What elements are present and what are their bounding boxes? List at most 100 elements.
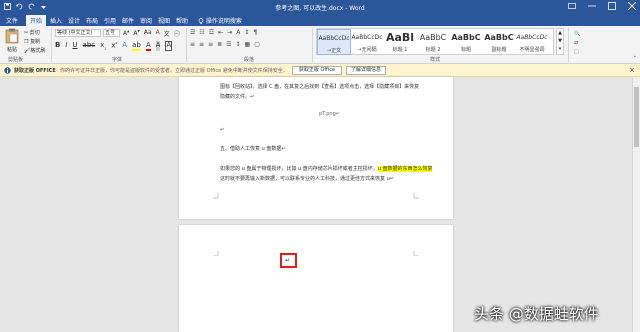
style-no-spacing[interactable]: AaBbCcDc →无间隔: [350, 29, 384, 55]
collapse-ribbon-icon[interactable]: ˄: [634, 56, 637, 62]
replace-button[interactable]: ⇄: [574, 39, 580, 48]
font-name-select[interactable]: 等线 (中文正文): [55, 29, 101, 37]
bullets-icon[interactable]: ☰: [190, 29, 195, 36]
document-page[interactable]: [179, 225, 453, 332]
document-page[interactable]: 图标【回收站】，选择 C 盘，在其复之后找到【查看】选项点击，选择【隐藏项目】来…: [179, 77, 453, 219]
cut-label: 剪切: [29, 30, 40, 36]
style-subtle-emphasis[interactable]: AaBbCcDc 不明显强调: [515, 29, 549, 55]
select-button[interactable]: ⬚: [574, 48, 580, 57]
highlight-icon[interactable]: ab: [132, 41, 141, 51]
shading-icon[interactable]: ▦: [245, 41, 251, 48]
style-sample: AaBbCcDc: [351, 34, 383, 41]
clear-format-icon[interactable]: A: [156, 29, 160, 38]
italic-icon[interactable]: I: [65, 41, 67, 51]
tell-me-label: 操作说明搜索: [205, 18, 242, 25]
title-bar: 参考之图, 可以改生.docx - Word: [0, 0, 640, 14]
paste-button[interactable]: 粘贴: [3, 28, 21, 54]
style-subtitle[interactable]: AaBbC 副标题: [482, 29, 516, 55]
change-case-icon[interactable]: Aa: [144, 29, 152, 38]
message-text: 你的许可证并非正版，你可能是盗版软件的受害者。立即通过正版 Office 避免中…: [60, 68, 288, 74]
font-color-icon[interactable]: A: [145, 41, 151, 51]
superscript-icon[interactable]: x2: [111, 41, 117, 51]
maximize-icon[interactable]: [608, 2, 616, 12]
copy-icon: ❐: [24, 39, 29, 45]
close-icon[interactable]: [627, 1, 637, 12]
style-heading-1[interactable]: AaBl 标题 1: [383, 29, 417, 55]
style-name: 副标题: [491, 47, 507, 53]
style-name: 标题: [460, 47, 471, 53]
cursor-highlight-box: ↵: [280, 253, 297, 268]
show-marks-icon[interactable]: ¶: [253, 29, 257, 36]
tab-home[interactable]: 开始: [26, 15, 47, 26]
subscript-icon[interactable]: x2: [100, 41, 106, 51]
bold-icon[interactable]: B: [55, 41, 60, 51]
cursor-paragraph-mark: ↵: [285, 257, 291, 264]
group-label-font: 字体: [112, 57, 123, 63]
multilevel-list-icon[interactable]: ☲: [209, 29, 214, 36]
align-left-icon[interactable]: ≡: [190, 41, 195, 48]
numbering-icon[interactable]: ☷: [199, 29, 204, 36]
grow-font-icon[interactable]: A▲: [123, 29, 129, 38]
increase-indent-icon[interactable]: ⇥: [227, 29, 232, 36]
tab-references[interactable]: 引用: [104, 16, 116, 25]
style-normal[interactable]: AaBbCcDc →正文: [317, 29, 351, 55]
style-heading-2[interactable]: AaBbC 标题 2: [416, 29, 450, 55]
cut-button[interactable]: ✂ 剪切: [24, 29, 40, 36]
info-icon: [4, 67, 11, 76]
char-border-icon[interactable]: A: [165, 41, 173, 51]
underline-icon[interactable]: U: [72, 41, 77, 51]
font-size-tools: A▲ A▼ Aa A 文 ㊀: [123, 29, 180, 38]
style-sample: AaBbCcDc: [318, 35, 350, 42]
window-controls: [568, 1, 637, 12]
text-effects-icon[interactable]: A: [122, 41, 127, 51]
tell-me-search[interactable]: 操作说明搜索: [198, 16, 242, 25]
ribbon-display-icon[interactable]: [568, 2, 576, 12]
borders-icon[interactable]: ▢: [254, 41, 260, 48]
chinese-layout-icon[interactable]: A: [236, 29, 240, 36]
paragraph-tools-top: ☰ ☷ ☲ ⇤ ⇥ A ↕ ¶: [190, 29, 257, 36]
char-shading-icon[interactable]: A: [155, 41, 161, 51]
tab-help[interactable]: 帮助: [176, 16, 188, 25]
body-text-line: 这时就不要再输入新数据，可以联系专业的人工科技，通过更佳方式来恢复 u↵: [220, 176, 394, 182]
font-size-select[interactable]: 五号: [103, 29, 120, 37]
styles-more-button[interactable]: ▲ ▼ ▾: [556, 28, 564, 55]
shrink-font-icon[interactable]: A▼: [133, 29, 139, 38]
tab-view[interactable]: 视图: [158, 16, 170, 25]
get-genuine-button[interactable]: 获取正版 Office: [292, 66, 342, 75]
margin-corner-mark: [413, 193, 419, 199]
body-text-line: 图标【回收站】，选择 C 盘，在其复之后找到【查看】选项点击，选择【隐藏项目】来…: [220, 84, 420, 90]
tab-review[interactable]: 审阅: [140, 16, 152, 25]
phonetic-guide-icon[interactable]: 文: [164, 29, 170, 38]
tab-insert[interactable]: 插入: [50, 16, 62, 25]
scrollbar-thumb[interactable]: [634, 87, 639, 147]
clipboard-icon: [5, 28, 19, 44]
align-right-icon[interactable]: ≡: [208, 41, 213, 48]
tab-design[interactable]: 设计: [68, 16, 80, 25]
distributed-icon[interactable]: ☰: [226, 41, 231, 48]
style-sample: AaBl: [385, 31, 415, 44]
style-title[interactable]: AaBbC 标题: [449, 29, 483, 55]
align-center-icon[interactable]: ≡: [199, 41, 204, 48]
style-sample: AaBbC: [484, 33, 514, 42]
enclose-char-icon[interactable]: ㊀: [174, 29, 180, 38]
vertical-scrollbar[interactable]: [632, 77, 640, 332]
justify-icon[interactable]: ≣: [217, 41, 222, 48]
find-button[interactable]: 🔍: [574, 30, 580, 39]
tab-layout[interactable]: 布局: [86, 16, 98, 25]
margin-corner-mark: [213, 251, 219, 256]
sort-icon[interactable]: ↕: [244, 29, 249, 36]
body-text-line: 如果您的 u 盘属于物理损坏，比如 u 盘内存储芯片损坏或者主控损坏，u 盘数据…: [220, 165, 433, 172]
strikethrough-icon[interactable]: abc: [83, 41, 96, 51]
divider: [312, 28, 313, 62]
close-message-icon[interactable]: ×: [629, 66, 635, 74]
watermark-text: 头条 @数据蛙软件: [474, 305, 599, 323]
copy-button[interactable]: ❐ 复制: [24, 38, 40, 45]
decrease-indent-icon[interactable]: ⇤: [218, 29, 223, 36]
minimize-icon[interactable]: [588, 2, 596, 12]
learn-more-button[interactable]: 了解详细信息: [346, 66, 386, 75]
tab-mailings[interactable]: 邮件: [122, 16, 134, 25]
tab-file[interactable]: 文件: [6, 16, 18, 25]
format-painter-button[interactable]: 🖌格式刷: [24, 47, 45, 54]
style-sample: AaBbC: [451, 33, 481, 42]
line-spacing-icon[interactable]: ↕: [236, 41, 241, 48]
